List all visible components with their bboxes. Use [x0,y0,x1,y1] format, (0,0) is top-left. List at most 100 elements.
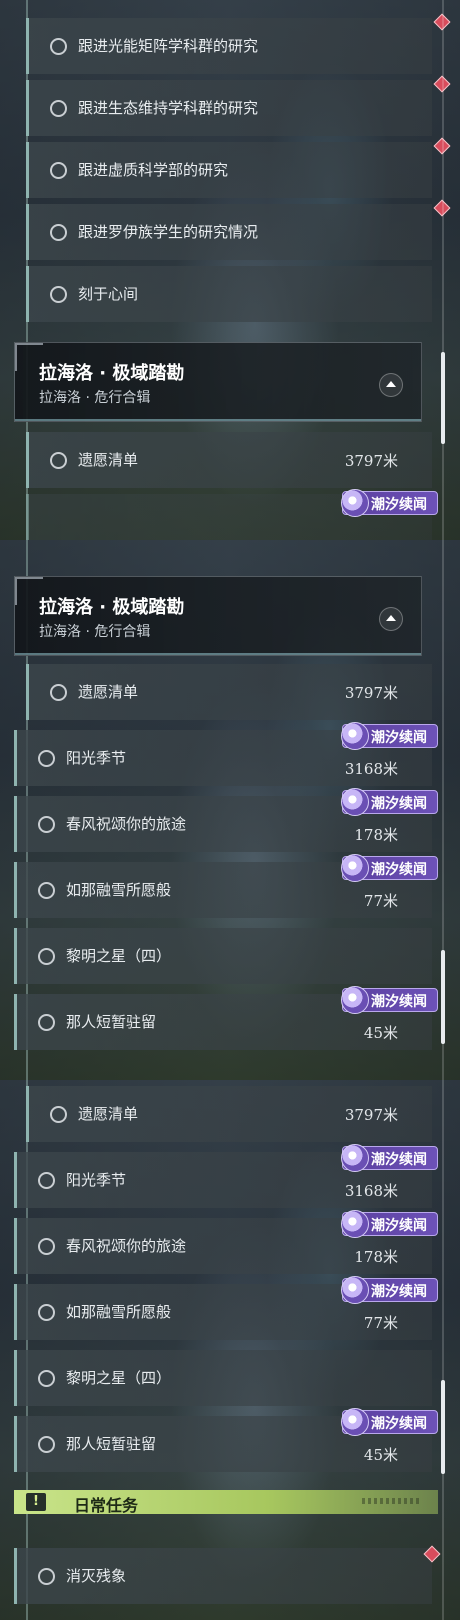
moon-icon [341,489,369,517]
quest-label: 如那融雪所愿般 [66,1303,172,1321]
circle-outline-icon[interactable] [38,1370,55,1387]
scrollbar[interactable] [441,0,445,540]
circle-outline-icon[interactable] [38,1436,55,1453]
moon-icon [341,986,369,1014]
quest-distance: 3168米 [344,760,398,778]
triangle-up-icon [386,615,396,621]
circle-outline-icon[interactable] [50,162,67,179]
row-stripe [14,928,17,984]
triangle-up-icon [386,381,396,387]
quest-row[interactable]: 跟进生态维持学科群的研究 [26,75,451,136]
tide-badge: 潮汐续闻 [341,722,438,750]
row-stripe [14,730,17,786]
circle-outline-icon[interactable] [38,1238,55,1255]
row-stripe [26,266,29,322]
quest-label: 黎明之星（四） [66,1369,172,1387]
tide-badge: 潮汐续闻 [341,986,438,1014]
circle-outline-icon[interactable] [38,1014,55,1031]
badge-label: 潮汐续闻 [371,1284,427,1300]
quest-label: 跟进罗伊族学生的研究情况 [78,223,259,241]
circle-outline-icon[interactable] [38,1304,55,1321]
daily-quest-header[interactable]: ! 日常任务 [14,1490,438,1515]
quest-distance: 77米 [363,892,398,910]
moon-icon [341,788,369,816]
quest-label: 黎明之星（四） [66,947,172,965]
row-stripe [14,1284,17,1340]
tide-badge: 潮汐续闻 [341,489,438,517]
circle-outline-icon[interactable] [38,1568,55,1585]
circle-outline-icon[interactable] [50,286,67,303]
row-stripe [14,1548,17,1604]
circle-outline-icon[interactable] [38,948,55,965]
circle-outline-icon[interactable] [50,38,67,55]
tide-badge: 潮汐续闻 [341,1210,438,1238]
quest-row[interactable]: 黎明之星（四） [14,1350,432,1406]
circle-outline-icon[interactable] [38,750,55,767]
badge-label: 潮汐续闻 [371,994,427,1010]
badge-label: 潮汐续闻 [371,497,427,513]
row-stripe [14,1218,17,1274]
quest-row[interactable]: 跟进罗伊族学生的研究情况 [26,199,451,260]
quest-label: 消灭残象 [66,1567,127,1585]
badge-label: 潮汐续闻 [371,862,427,878]
quest-row[interactable]: 刻于心间 [26,266,432,322]
moon-icon [341,1210,369,1238]
quest-label: 遗愿清单 [78,1105,139,1123]
scrollbar-thumb[interactable] [441,950,445,1044]
moon-icon [341,1408,369,1436]
tide-badge: 潮汐续闻 [341,854,438,882]
quest-label: 阳光季节 [66,749,127,767]
circle-outline-icon[interactable] [50,684,67,701]
row-stripe [26,142,29,198]
circle-outline-icon[interactable] [38,882,55,899]
quest-label: 跟进虚质科学部的研究 [78,161,229,179]
quest-distance: 45米 [363,1024,398,1042]
row-stripe [26,18,29,74]
section-header[interactable]: 拉海洛 · 极域踏勘 拉海洛 · 危行合辑 [14,342,422,422]
section-subtitle: 拉海洛 · 危行合辑 [39,624,151,640]
circle-outline-icon[interactable] [50,452,67,469]
section-header[interactable]: 拉海洛 · 极域踏勘 拉海洛 · 危行合辑 [14,576,422,656]
quest-label: 春风祝颂你的旅途 [66,815,187,833]
tide-badge: 潮汐续闻 [341,788,438,816]
circle-outline-icon[interactable] [50,100,67,117]
exclamation-icon: ! [26,1493,46,1511]
row-stripe [26,204,29,260]
circle-outline-icon[interactable] [38,1172,55,1189]
scrollbar-thumb[interactable] [441,1380,445,1474]
quest-row[interactable]: 跟进虚质科学部的研究 [26,137,451,198]
quest-distance: 3797米 [344,684,398,702]
circle-outline-icon[interactable] [50,224,67,241]
section-title: 拉海洛 · 极域踏勘 [39,597,185,618]
circle-outline-icon[interactable] [50,1106,67,1123]
quest-distance: 3168米 [344,1182,398,1200]
diamond-marker-icon [423,1545,441,1563]
row-stripe [14,1350,17,1406]
badge-label: 潮汐续闻 [371,1152,427,1168]
badge-label: 潮汐续闻 [371,796,427,812]
quest-row[interactable]: 黎明之星（四） [14,928,432,984]
scrollbar[interactable] [441,1080,445,1620]
section-title: 拉海洛 · 极域踏勘 [39,363,185,384]
quest-label: 跟进光能矩阵学科群的研究 [78,37,259,55]
quest-label: 那人短暂驻留 [66,1435,157,1453]
quest-row[interactable]: 遗愿清单 3797米 [26,1086,432,1142]
collapse-button[interactable] [379,373,403,397]
quest-panel-3: 遗愿清单 3797米 阳光季节 3168米 潮汐续闻 春风祝颂你的旅途 178米… [0,1080,460,1620]
scrollbar[interactable] [441,540,445,1080]
quest-row[interactable]: 消灭残象 [14,1545,441,1604]
scrollbar-thumb[interactable] [441,352,445,444]
tide-badge: 潮汐续闻 [341,1408,438,1436]
quest-label: 春风祝颂你的旅途 [66,1237,187,1255]
collapse-button[interactable] [379,607,403,631]
section-subtitle: 拉海洛 · 危行合辑 [39,390,151,406]
moon-icon [341,1276,369,1304]
badge-label: 潮汐续闻 [371,1218,427,1234]
moon-icon [341,1144,369,1172]
circle-outline-icon[interactable] [38,816,55,833]
quest-row[interactable]: 跟进光能矩阵学科群的研究 [26,13,451,74]
quest-row[interactable]: 遗愿清单 3797米 [26,432,432,488]
quest-row[interactable]: 遗愿清单 3797米 [26,664,432,720]
tide-badge: 潮汐续闻 [341,1276,438,1304]
row-stripe [14,1416,17,1472]
